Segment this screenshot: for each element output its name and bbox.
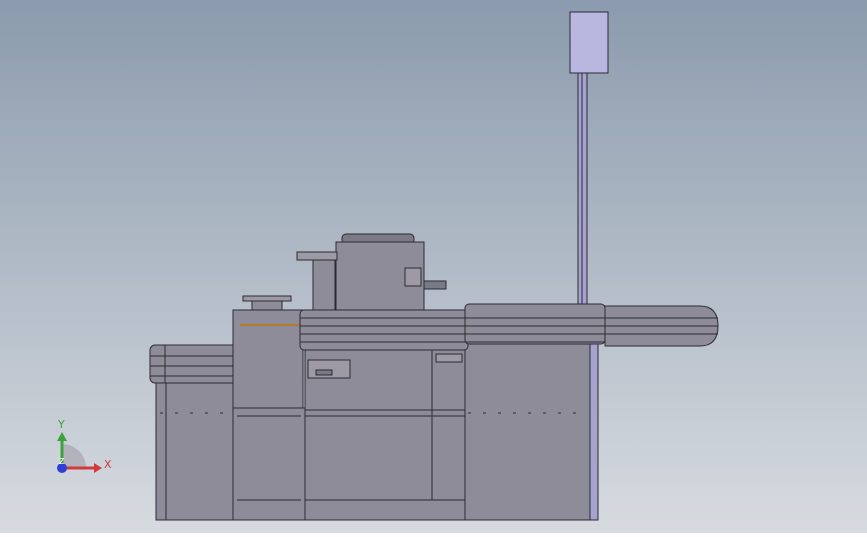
sensor-panel[interactable]: [569, 11, 609, 74]
left-cabinet[interactable]: [155, 382, 235, 521]
feeder-motor: [404, 267, 422, 287]
right-cabinet-edge: [589, 329, 599, 521]
feeder-side-block: [312, 259, 336, 311]
chute-flange: [242, 295, 292, 302]
control-display: [315, 369, 333, 376]
feeder-latch: [423, 280, 447, 290]
cad-viewport[interactable]: X Y Z: [0, 0, 867, 533]
x-axis-label: X: [104, 458, 112, 471]
y-axis-label: Y: [57, 418, 65, 431]
cabinet-handle[interactable]: [435, 353, 463, 363]
conveyor-section-mid[interactable]: [464, 303, 606, 345]
feeder-bracket: [296, 251, 338, 261]
conveyor-section-left[interactable]: [299, 309, 469, 351]
right-cabinet[interactable]: [464, 329, 591, 521]
z-axis-label: Z: [59, 457, 65, 466]
infeed-conveyor[interactable]: [149, 344, 239, 384]
main-conveyor[interactable]: [299, 303, 719, 351]
infeed-roller[interactable]: [149, 344, 239, 384]
model-canvas[interactable]: X Y Z: [0, 0, 867, 533]
sealing-base[interactable]: [232, 407, 306, 521]
